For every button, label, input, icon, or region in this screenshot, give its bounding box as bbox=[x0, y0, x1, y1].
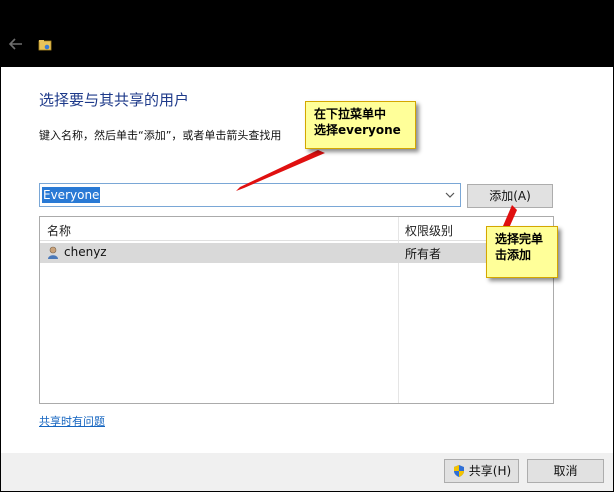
user-combo-value[interactable]: Everyone bbox=[42, 187, 101, 203]
help-link[interactable]: 共享时有问题 bbox=[39, 413, 105, 429]
page-title: 选择要与其共享的用户 bbox=[39, 91, 190, 109]
callout-line: 选择完单 bbox=[495, 232, 544, 246]
instruction-text: 键入名称，然后单击“添加”，或者单击箭头查找用 bbox=[39, 129, 282, 142]
add-button[interactable]: 添加(A) bbox=[467, 184, 553, 208]
user-combo-box[interactable]: Everyone bbox=[39, 183, 461, 207]
user-list[interactable]: 名称 权限级别 chenyz 所有者 bbox=[39, 216, 554, 404]
share-button-label: 共享(H) bbox=[468, 464, 512, 478]
callout-line: 选择everyone bbox=[314, 123, 401, 137]
cancel-button[interactable]: 取消 bbox=[527, 459, 604, 483]
callout-line: 在下拉菜单中 bbox=[314, 107, 387, 121]
callout-line: 击添加 bbox=[495, 248, 532, 262]
share-button[interactable]: 共享(H) bbox=[444, 459, 519, 483]
back-arrow-icon[interactable] bbox=[8, 36, 24, 52]
permission-level[interactable]: 所有者 bbox=[405, 245, 441, 262]
user-icon bbox=[48, 246, 58, 259]
chevron-down-icon[interactable] bbox=[445, 190, 455, 200]
callout-click-add: 选择完单 击添加 bbox=[486, 226, 558, 278]
table-row[interactable]: chenyz 所有者 bbox=[40, 243, 553, 263]
title-bar bbox=[0, 0, 614, 67]
callout-select-everyone: 在下拉菜单中 选择everyone bbox=[305, 101, 416, 149]
column-header-name[interactable]: 名称 bbox=[47, 222, 71, 239]
user-name: chenyz bbox=[64, 245, 107, 259]
uac-shield-icon bbox=[453, 464, 464, 477]
column-header-permission[interactable]: 权限级别 bbox=[405, 222, 453, 239]
list-header: 名称 权限级别 bbox=[40, 217, 553, 241]
dialog-footer: 共享(H) 取消 bbox=[1, 453, 613, 491]
share-folder-icon bbox=[38, 40, 52, 51]
